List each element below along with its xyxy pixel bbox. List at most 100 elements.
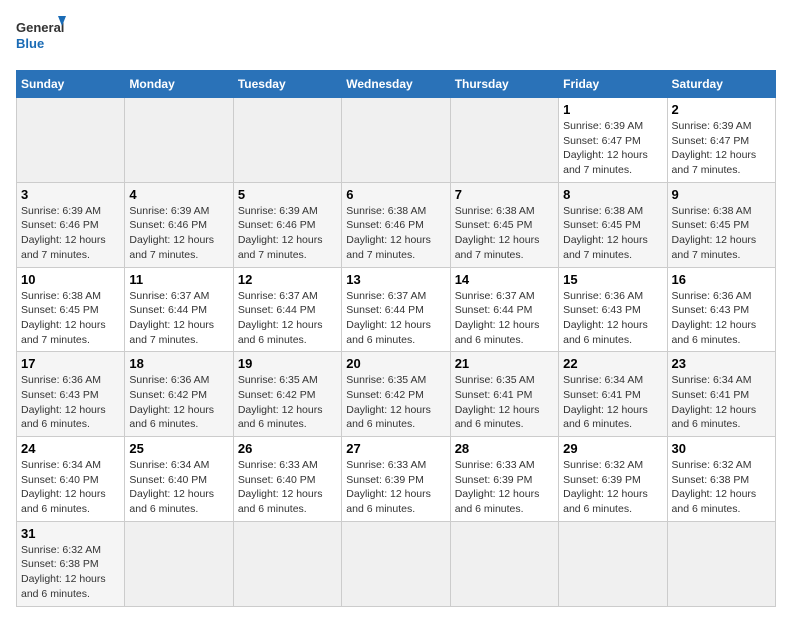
calendar-cell: 18 Sunrise: 6:36 AM Sunset: 6:42 PM Dayli… <box>125 352 233 437</box>
logo: General Blue <box>16 16 66 60</box>
calendar-cell <box>450 521 558 606</box>
calendar-cell: 15Sunrise: 6:36 AM Sunset: 6:43 PM Dayli… <box>559 267 667 352</box>
day-number: 1 <box>563 102 662 117</box>
day-number: 15 <box>563 272 662 287</box>
day-number: 6 <box>346 187 445 202</box>
calendar-cell: 6 Sunrise: 6:38 AM Sunset: 6:46 PM Daylig… <box>342 182 450 267</box>
day-number: 19 <box>238 356 337 371</box>
calendar-cell <box>342 521 450 606</box>
day-info: Sunrise: 6:37 AM Sunset: 6:44 PM Dayligh… <box>129 289 228 348</box>
calendar-cell: 20 Sunrise: 6:35 AM Sunset: 6:42 PM Dayli… <box>342 352 450 437</box>
day-number: 12 <box>238 272 337 287</box>
day-info: Sunrise: 6:38 AM Sunset: 6:45 PM Dayligh… <box>672 204 771 263</box>
day-info: Sunrise: 6:33 AM Sunset: 6:40 PM Dayligh… <box>238 458 337 517</box>
day-number: 9 <box>672 187 771 202</box>
calendar-cell: 5Sunrise: 6:39 AM Sunset: 6:46 PM Daylig… <box>233 182 341 267</box>
weekday-header: Saturday <box>667 71 775 98</box>
calendar-cell <box>125 521 233 606</box>
calendar-cell: 19 Sunrise: 6:35 AM Sunset: 6:42 PM Dayli… <box>233 352 341 437</box>
calendar-cell: 12Sunrise: 6:37 AM Sunset: 6:44 PM Dayli… <box>233 267 341 352</box>
day-number: 22 <box>563 356 662 371</box>
calendar-cell: 8Sunrise: 6:38 AM Sunset: 6:45 PM Daylig… <box>559 182 667 267</box>
weekday-header: Thursday <box>450 71 558 98</box>
day-info: Sunrise: 6:36 AM Sunset: 6:43 PM Dayligh… <box>672 289 771 348</box>
calendar-table: SundayMondayTuesdayWednesdayThursdayFrid… <box>16 70 776 607</box>
day-number: 30 <box>672 441 771 456</box>
day-number: 17 <box>21 356 120 371</box>
day-number: 13 <box>346 272 445 287</box>
page-header: General Blue <box>16 16 776 60</box>
calendar-cell <box>125 98 233 183</box>
day-info: Sunrise: 6:33 AM Sunset: 6:39 PM Dayligh… <box>455 458 554 517</box>
calendar-cell: 13 Sunrise: 6:37 AM Sunset: 6:44 PM Dayli… <box>342 267 450 352</box>
calendar-cell: 29 Sunrise: 6:32 AM Sunset: 6:39 PM Dayli… <box>559 437 667 522</box>
day-info: Sunrise: 6:36 AM Sunset: 6:43 PM Dayligh… <box>21 373 120 432</box>
weekday-header: Tuesday <box>233 71 341 98</box>
calendar-cell <box>342 98 450 183</box>
day-info: Sunrise: 6:32 AM Sunset: 6:38 PM Dayligh… <box>672 458 771 517</box>
calendar-cell: 7Sunrise: 6:38 AM Sunset: 6:45 PM Daylig… <box>450 182 558 267</box>
calendar-cell <box>233 521 341 606</box>
day-info: Sunrise: 6:39 AM Sunset: 6:46 PM Dayligh… <box>238 204 337 263</box>
day-info: Sunrise: 6:38 AM Sunset: 6:45 PM Dayligh… <box>21 289 120 348</box>
calendar-cell <box>450 98 558 183</box>
day-number: 29 <box>563 441 662 456</box>
calendar-cell <box>233 98 341 183</box>
day-number: 10 <box>21 272 120 287</box>
day-info: Sunrise: 6:39 AM Sunset: 6:46 PM Dayligh… <box>129 204 228 263</box>
day-number: 24 <box>21 441 120 456</box>
day-info: Sunrise: 6:34 AM Sunset: 6:40 PM Dayligh… <box>21 458 120 517</box>
calendar-cell: 22Sunrise: 6:34 AM Sunset: 6:41 PM Dayli… <box>559 352 667 437</box>
day-number: 8 <box>563 187 662 202</box>
day-info: Sunrise: 6:37 AM Sunset: 6:44 PM Dayligh… <box>346 289 445 348</box>
svg-text:Blue: Blue <box>16 36 44 51</box>
day-number: 3 <box>21 187 120 202</box>
day-number: 2 <box>672 102 771 117</box>
day-info: Sunrise: 6:33 AM Sunset: 6:39 PM Dayligh… <box>346 458 445 517</box>
day-number: 23 <box>672 356 771 371</box>
calendar-cell: 10 Sunrise: 6:38 AM Sunset: 6:45 PM Dayli… <box>17 267 125 352</box>
calendar-cell: 23 Sunrise: 6:34 AM Sunset: 6:41 PM Dayli… <box>667 352 775 437</box>
day-info: Sunrise: 6:36 AM Sunset: 6:42 PM Dayligh… <box>129 373 228 432</box>
day-info: Sunrise: 6:35 AM Sunset: 6:42 PM Dayligh… <box>238 373 337 432</box>
day-number: 18 <box>129 356 228 371</box>
day-number: 20 <box>346 356 445 371</box>
day-info: Sunrise: 6:38 AM Sunset: 6:46 PM Dayligh… <box>346 204 445 263</box>
day-number: 4 <box>129 187 228 202</box>
weekday-header: Friday <box>559 71 667 98</box>
calendar-week-row: 17 Sunrise: 6:36 AM Sunset: 6:43 PM Dayli… <box>17 352 776 437</box>
day-number: 14 <box>455 272 554 287</box>
calendar-cell <box>667 521 775 606</box>
calendar-cell: 30 Sunrise: 6:32 AM Sunset: 6:38 PM Dayli… <box>667 437 775 522</box>
day-number: 16 <box>672 272 771 287</box>
day-info: Sunrise: 6:39 AM Sunset: 6:47 PM Dayligh… <box>563 119 662 178</box>
day-info: Sunrise: 6:35 AM Sunset: 6:42 PM Dayligh… <box>346 373 445 432</box>
day-info: Sunrise: 6:39 AM Sunset: 6:46 PM Dayligh… <box>21 204 120 263</box>
calendar-week-row: 31Sunrise: 6:32 AM Sunset: 6:38 PM Dayli… <box>17 521 776 606</box>
calendar-cell <box>17 98 125 183</box>
calendar-cell: 28Sunrise: 6:33 AM Sunset: 6:39 PM Dayli… <box>450 437 558 522</box>
logo-svg: General Blue <box>16 16 66 60</box>
day-info: Sunrise: 6:32 AM Sunset: 6:39 PM Dayligh… <box>563 458 662 517</box>
calendar-cell: 31Sunrise: 6:32 AM Sunset: 6:38 PM Dayli… <box>17 521 125 606</box>
day-number: 21 <box>455 356 554 371</box>
day-number: 7 <box>455 187 554 202</box>
calendar-cell <box>559 521 667 606</box>
day-number: 11 <box>129 272 228 287</box>
calendar-cell: 3 Sunrise: 6:39 AM Sunset: 6:46 PM Daylig… <box>17 182 125 267</box>
day-number: 25 <box>129 441 228 456</box>
day-info: Sunrise: 6:34 AM Sunset: 6:41 PM Dayligh… <box>672 373 771 432</box>
day-info: Sunrise: 6:39 AM Sunset: 6:47 PM Dayligh… <box>672 119 771 178</box>
svg-text:General: General <box>16 20 64 35</box>
day-number: 26 <box>238 441 337 456</box>
day-info: Sunrise: 6:37 AM Sunset: 6:44 PM Dayligh… <box>455 289 554 348</box>
calendar-week-row: 3 Sunrise: 6:39 AM Sunset: 6:46 PM Daylig… <box>17 182 776 267</box>
weekday-header-row: SundayMondayTuesdayWednesdayThursdayFrid… <box>17 71 776 98</box>
calendar-cell: 21Sunrise: 6:35 AM Sunset: 6:41 PM Dayli… <box>450 352 558 437</box>
calendar-cell: 14 Sunrise: 6:37 AM Sunset: 6:44 PM Dayli… <box>450 267 558 352</box>
day-info: Sunrise: 6:34 AM Sunset: 6:40 PM Dayligh… <box>129 458 228 517</box>
calendar-cell: 11 Sunrise: 6:37 AM Sunset: 6:44 PM Dayli… <box>125 267 233 352</box>
calendar-week-row: 10 Sunrise: 6:38 AM Sunset: 6:45 PM Dayli… <box>17 267 776 352</box>
calendar-cell: 4 Sunrise: 6:39 AM Sunset: 6:46 PM Daylig… <box>125 182 233 267</box>
calendar-cell: 25 Sunrise: 6:34 AM Sunset: 6:40 PM Dayli… <box>125 437 233 522</box>
